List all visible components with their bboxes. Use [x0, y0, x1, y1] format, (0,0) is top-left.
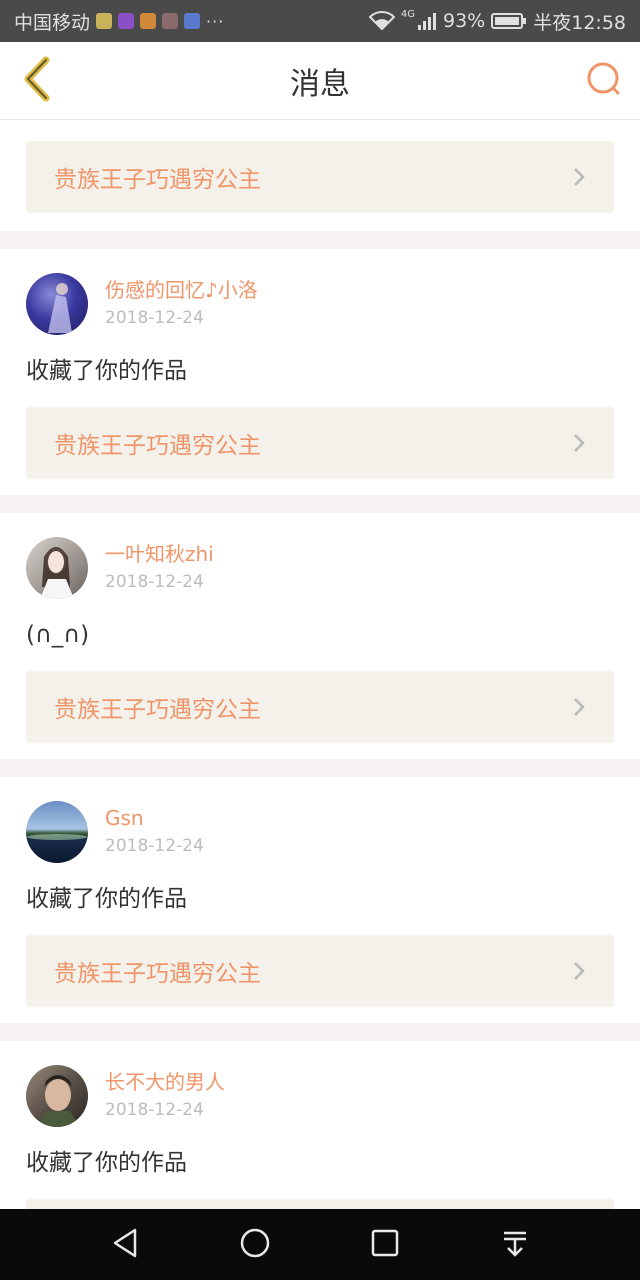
message-text: 收藏了你的作品	[26, 886, 187, 912]
search-icon	[585, 61, 623, 103]
battery-percent: 93%	[443, 10, 486, 32]
message-card: 伤感的回忆♪小洛 2018-12-24 收藏了你的作品 贵族王子巧遇穷公主	[0, 249, 640, 495]
work-link[interactable]: 贵族王子巧遇穷公主	[26, 671, 614, 743]
user-name[interactable]: 长不大的男人	[105, 1069, 225, 1095]
message-text: 收藏了你的作品	[26, 358, 187, 384]
recents-square-icon	[370, 1228, 400, 1262]
message-header: 一叶知秋zhi 2018-12-24	[26, 537, 614, 599]
user-info: 一叶知秋zhi 2018-12-24	[105, 537, 214, 593]
carrier-name: 中国移动	[14, 11, 91, 34]
message-date: 2018-12-24	[105, 308, 204, 328]
message-header: 长不大的男人 2018-12-24	[26, 1065, 614, 1127]
message-card: Gsn 2018-12-24 收藏了你的作品 贵族王子巧遇穷公主	[0, 777, 640, 1023]
work-title: 贵族王子巧遇穷公主	[54, 697, 261, 723]
notification-pull-icon	[500, 1228, 530, 1262]
chevron-right-icon	[572, 432, 586, 454]
nav-notification-button[interactable]	[485, 1215, 545, 1275]
home-circle-icon	[239, 1227, 271, 1263]
chevron-right-icon	[572, 696, 586, 718]
divider	[0, 759, 640, 777]
more-notifications-icon: ···	[206, 11, 225, 31]
back-triangle-icon	[110, 1227, 140, 1263]
nav-recents-button[interactable]	[355, 1215, 415, 1275]
work-link[interactable]: 贵族王子巧遇穷公主	[26, 141, 614, 213]
music-notification-icon	[184, 13, 201, 29]
message-list[interactable]: 贵族王子巧遇穷公主 伤感的回忆♪小洛 2018-12-24 收藏了你的作品 贵族…	[0, 121, 640, 1209]
message-text: (∩_∩)	[26, 622, 90, 648]
video-notification-icon	[162, 13, 179, 29]
search-button[interactable]	[582, 60, 626, 104]
battery-icon	[491, 11, 527, 31]
user-name[interactable]: Gsn	[105, 805, 204, 831]
user-info: 长不大的男人 2018-12-24	[105, 1065, 225, 1121]
app-notification-icon	[140, 13, 157, 29]
signal-icon	[417, 11, 437, 31]
user-name[interactable]: 伤感的回忆♪小洛	[105, 277, 258, 303]
avatar[interactable]	[26, 273, 88, 335]
avatar[interactable]	[26, 537, 88, 599]
work-title: 贵族王子巧遇穷公主	[54, 167, 261, 193]
status-bar-left: 中国移动 ···	[14, 8, 224, 35]
avatar[interactable]	[26, 801, 88, 863]
user-info: 伤感的回忆♪小洛 2018-12-24	[105, 273, 258, 329]
user-name[interactable]: 一叶知秋zhi	[105, 541, 214, 567]
work-link[interactable]: 贵族王子巧遇穷公主	[26, 935, 614, 1007]
message-card: 一叶知秋zhi 2018-12-24 (∩_∩) 贵族王子巧遇穷公主	[0, 513, 640, 759]
clock: 半夜12:58	[533, 11, 626, 34]
network-type: 4G	[400, 8, 415, 20]
work-title: 贵族王子巧遇穷公主	[54, 433, 261, 459]
divider	[0, 1023, 640, 1041]
message-card: 贵族王子巧遇穷公主	[0, 121, 640, 231]
system-nav-bar	[0, 1209, 640, 1280]
work-link[interactable]	[26, 1199, 614, 1209]
chevron-left-icon	[20, 56, 52, 106]
divider	[0, 231, 640, 249]
message-date: 2018-12-24	[105, 836, 204, 856]
message-date: 2018-12-24	[105, 1100, 204, 1120]
page-title: 消息	[290, 66, 350, 102]
nav-home-button[interactable]	[225, 1215, 285, 1275]
message-date: 2018-12-24	[105, 572, 204, 592]
message-text: 收藏了你的作品	[26, 1150, 187, 1176]
work-title: 贵族王子巧遇穷公主	[54, 961, 261, 987]
divider	[0, 495, 640, 513]
message-header: Gsn 2018-12-24	[26, 801, 614, 863]
user-info: Gsn 2018-12-24	[105, 801, 204, 857]
work-link[interactable]: 贵族王子巧遇穷公主	[26, 407, 614, 479]
nav-back-button[interactable]	[95, 1215, 155, 1275]
message-header: 伤感的回忆♪小洛 2018-12-24	[26, 273, 614, 335]
status-bar-right: 4G 93% 半夜12:58	[368, 8, 626, 35]
message-card: 长不大的男人 2018-12-24 收藏了你的作品	[0, 1041, 640, 1209]
chevron-right-icon	[572, 166, 586, 188]
header: 消息	[0, 42, 640, 120]
wifi-icon	[368, 11, 395, 31]
app-notification-icon	[118, 13, 135, 29]
app-notification-icon	[96, 13, 113, 29]
status-bar: 中国移动 ··· 4G 93% 半夜12:58	[0, 0, 640, 42]
avatar[interactable]	[26, 1065, 88, 1127]
chevron-right-icon	[572, 960, 586, 982]
back-button[interactable]	[14, 56, 58, 106]
